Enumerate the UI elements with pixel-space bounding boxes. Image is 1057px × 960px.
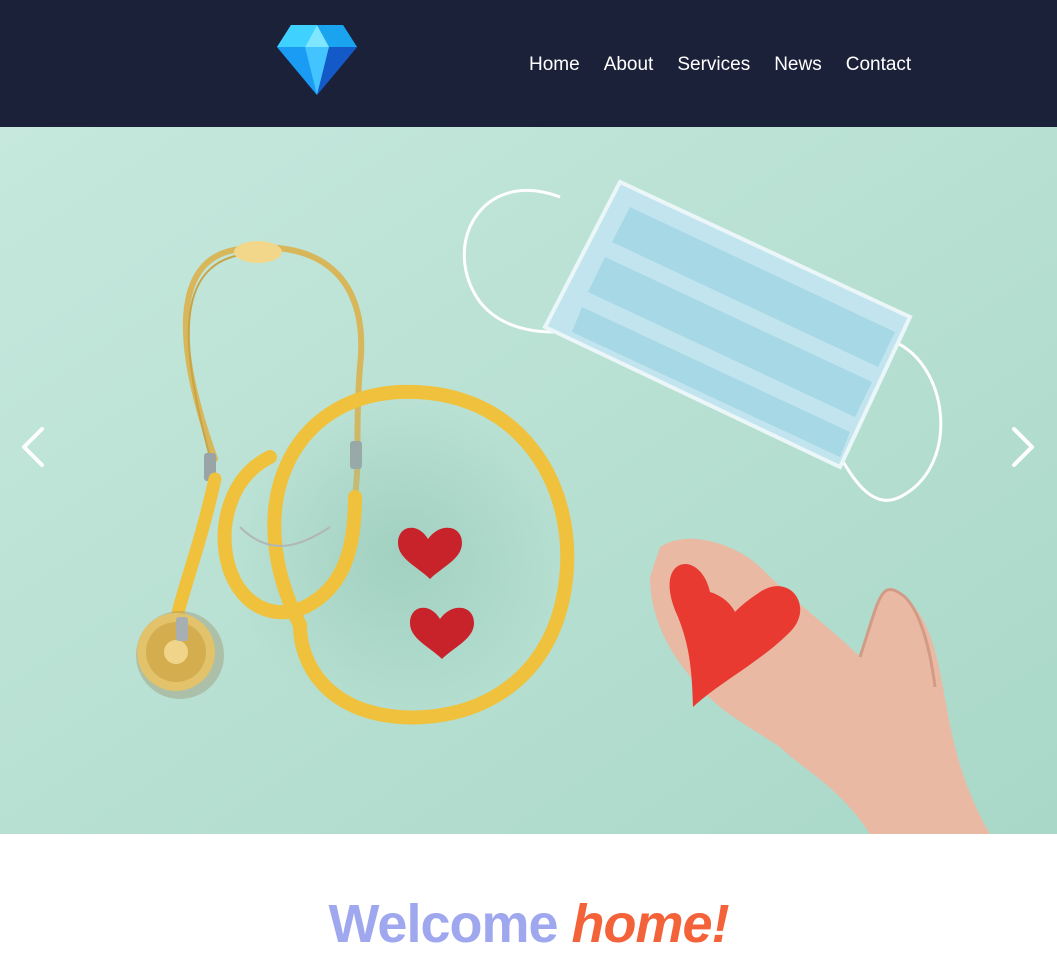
main-nav: Home About Services News Contact [529, 52, 911, 78]
chevron-left-icon [22, 427, 44, 467]
hero-carousel [0, 127, 1057, 834]
nav-news-link[interactable]: News [774, 52, 822, 78]
nav-contact-link[interactable]: Contact [846, 52, 911, 78]
nav-about-link[interactable]: About [604, 52, 654, 78]
carousel-prev-button[interactable] [14, 423, 54, 471]
welcome-accent-text: home! [571, 894, 730, 954]
hero-slide-image [0, 127, 1057, 834]
welcome-heading: Welcome home! [0, 888, 1057, 960]
diamond-icon [277, 25, 357, 95]
nav-home-link[interactable]: Home [529, 52, 580, 78]
carousel-next-button[interactable] [1002, 423, 1042, 471]
chevron-right-icon [1012, 427, 1034, 467]
welcome-main-text: Welcome [328, 894, 558, 954]
site-header: Home About Services News Contact [0, 0, 1057, 127]
logo-link[interactable] [277, 23, 357, 95]
nav-services-link[interactable]: Services [677, 52, 750, 78]
